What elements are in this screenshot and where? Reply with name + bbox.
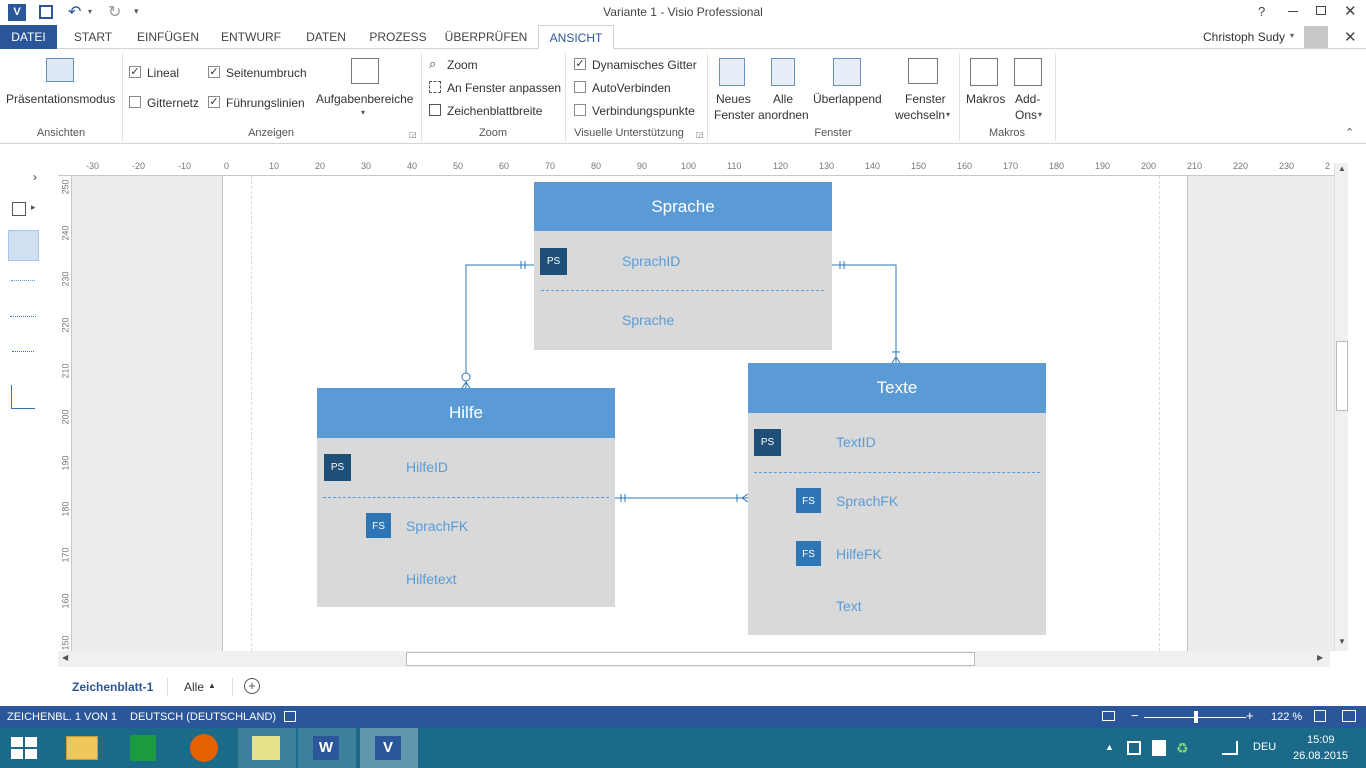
all-sheets-arrow-icon: ▲ bbox=[208, 681, 216, 690]
start-pane bbox=[11, 749, 23, 759]
scroll-up-icon[interactable]: ▲ bbox=[1338, 164, 1346, 173]
zoom-in-icon[interactable]: + bbox=[1246, 708, 1254, 723]
store-bag bbox=[130, 735, 156, 761]
cardinality-mark bbox=[461, 372, 471, 382]
clock-time[interactable]: 15:09 bbox=[1307, 734, 1335, 746]
scroll-left-icon[interactable]: ◀ bbox=[62, 653, 68, 662]
visio-logo: V bbox=[375, 736, 401, 760]
scroll-down-icon[interactable]: ▼ bbox=[1338, 637, 1346, 646]
visio-taskbar-icon[interactable]: V bbox=[360, 728, 418, 768]
sheet-divider bbox=[232, 678, 233, 696]
file-explorer-icon[interactable] bbox=[54, 728, 112, 768]
word-icon[interactable]: W bbox=[298, 728, 356, 768]
show-hidden-icons[interactable]: ▲ bbox=[1105, 742, 1114, 752]
field-textid[interactable]: TextID bbox=[836, 434, 876, 450]
zoom-slider-thumb[interactable] bbox=[1194, 711, 1198, 723]
start-pane bbox=[11, 737, 23, 747]
page-number[interactable]: ZEICHENBL. 1 VON 1 bbox=[7, 711, 117, 723]
all-sheets-button[interactable]: Alle bbox=[184, 680, 204, 694]
sheet-divider bbox=[167, 678, 168, 696]
notes-shape bbox=[252, 736, 280, 760]
fit-page-icon[interactable] bbox=[1314, 710, 1326, 722]
taskbar: W V ▲ ♻ DEU 15:09 26.08.2015 bbox=[0, 728, 1366, 768]
firefox-globe bbox=[190, 734, 218, 762]
zoom-out-icon[interactable]: − bbox=[1131, 708, 1139, 723]
field-text[interactable]: Text bbox=[836, 598, 862, 614]
folder-shape bbox=[66, 736, 98, 760]
field-sprache[interactable]: Sprache bbox=[622, 312, 674, 328]
foreign-key-badge: FS bbox=[365, 512, 392, 539]
vertical-scroll-thumb[interactable] bbox=[1336, 341, 1348, 411]
sticky-notes-icon[interactable] bbox=[238, 728, 296, 768]
foreign-key-badge: FS bbox=[795, 487, 822, 514]
zoom-level[interactable]: 122 % bbox=[1271, 711, 1302, 723]
key-separator bbox=[323, 497, 609, 498]
clock-date[interactable]: 26.08.2015 bbox=[1293, 750, 1348, 762]
field-sprachfk[interactable]: SprachFK bbox=[836, 493, 898, 509]
vertical-scrollbar[interactable]: ▲ ▼ bbox=[1334, 163, 1348, 651]
connector-sprache-texte bbox=[832, 264, 897, 363]
language-status[interactable]: DEUTSCH (DEUTSCHLAND) bbox=[130, 711, 276, 723]
battery-icon[interactable] bbox=[1152, 740, 1166, 756]
presentation-icon[interactable] bbox=[1102, 711, 1115, 721]
windows-start-icon[interactable] bbox=[11, 737, 37, 759]
primary-key-badge: PS bbox=[754, 429, 781, 456]
firefox-icon[interactable] bbox=[176, 728, 234, 768]
switch-windows-icon[interactable] bbox=[1342, 710, 1356, 722]
start-pane bbox=[25, 737, 37, 747]
network-icon[interactable] bbox=[1222, 741, 1238, 755]
sync-icon[interactable]: ♻ bbox=[1176, 740, 1189, 757]
entity-texte-header[interactable]: Texte bbox=[748, 363, 1046, 413]
add-sheet-icon[interactable]: + bbox=[244, 678, 260, 694]
horizontal-scrollbar[interactable]: ◀ ▶ bbox=[58, 651, 1330, 667]
sheet-tab-active[interactable]: Zeichenblatt-1 bbox=[72, 680, 153, 694]
entity-hilfe-header[interactable]: Hilfe bbox=[317, 388, 615, 438]
field-sprachid[interactable]: SprachID bbox=[622, 253, 680, 269]
field-hilfetext[interactable]: Hilfetext bbox=[406, 571, 457, 587]
start-pane bbox=[25, 749, 37, 759]
word-logo: W bbox=[313, 736, 339, 760]
field-hilfefk[interactable]: HilfeFK bbox=[836, 546, 882, 562]
foreign-key-badge: FS bbox=[795, 540, 822, 567]
store-icon[interactable] bbox=[114, 728, 172, 768]
status-bar: ZEICHENBL. 1 VON 1 DEUTSCH (DEUTSCHLAND)… bbox=[0, 706, 1366, 728]
primary-key-badge: PS bbox=[324, 454, 351, 481]
macro-record-icon[interactable] bbox=[284, 711, 296, 722]
entity-texte-body[interactable] bbox=[748, 413, 1046, 635]
primary-key-badge: PS bbox=[540, 248, 567, 275]
entity-sprache-header[interactable]: Sprache bbox=[534, 182, 832, 231]
scroll-right-icon[interactable]: ▶ bbox=[1317, 653, 1323, 662]
input-language[interactable]: DEU bbox=[1253, 741, 1276, 753]
action-center-icon[interactable] bbox=[1127, 741, 1141, 755]
sheet-tabs: Zeichenblatt-1 Alle ▲ + bbox=[0, 676, 1366, 698]
field-hilfeid[interactable]: HilfeID bbox=[406, 459, 448, 475]
field-sprachfk[interactable]: SprachFK bbox=[406, 518, 468, 534]
key-separator bbox=[754, 472, 1040, 473]
key-separator bbox=[541, 290, 824, 291]
connector-sprache-hilfe bbox=[465, 264, 534, 388]
horizontal-scroll-thumb[interactable] bbox=[406, 652, 975, 666]
